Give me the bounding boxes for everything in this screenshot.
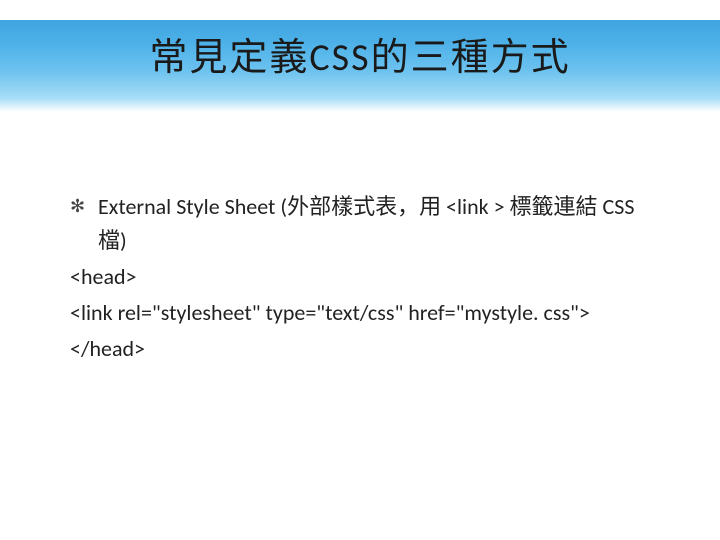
title-band: 常見定義CSS的三種方式 [0, 20, 720, 112]
content-area: External Style Sheet (外部樣式表，用 <link > 標籤… [70, 190, 665, 368]
bullet-item: External Style Sheet (外部樣式表，用 <link > 標籤… [70, 190, 665, 258]
code-line-head-open: <head> [70, 260, 665, 294]
slide: 常見定義CSS的三種方式 External Style Sheet (外部樣式表… [0, 0, 720, 540]
code-line-head-close: </head> [70, 332, 665, 366]
code-line-link: <link rel="stylesheet" type="text/css" h… [70, 296, 665, 330]
slide-title: 常見定義CSS的三種方式 [149, 26, 570, 81]
